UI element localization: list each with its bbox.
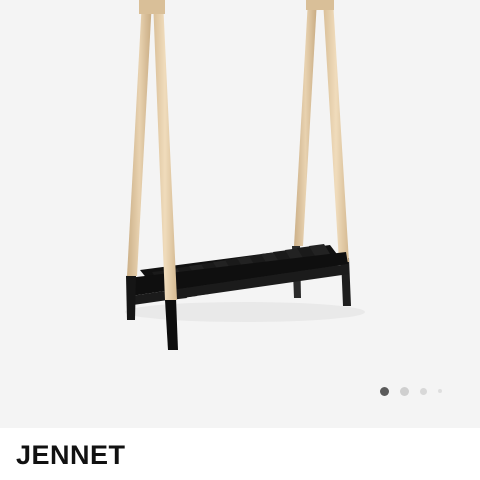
clothes-rack-image [125, 0, 365, 350]
page-dot-active[interactable] [380, 386, 389, 396]
page-dot[interactable] [438, 389, 442, 393]
product-title: JENNET [16, 440, 126, 470]
gallery-pagination[interactable] [380, 385, 442, 397]
page-dot[interactable] [400, 386, 409, 396]
page-dot[interactable] [420, 387, 427, 395]
product-image-gallery[interactable] [0, 0, 480, 428]
product-screen: JENNET [0, 0, 480, 480]
